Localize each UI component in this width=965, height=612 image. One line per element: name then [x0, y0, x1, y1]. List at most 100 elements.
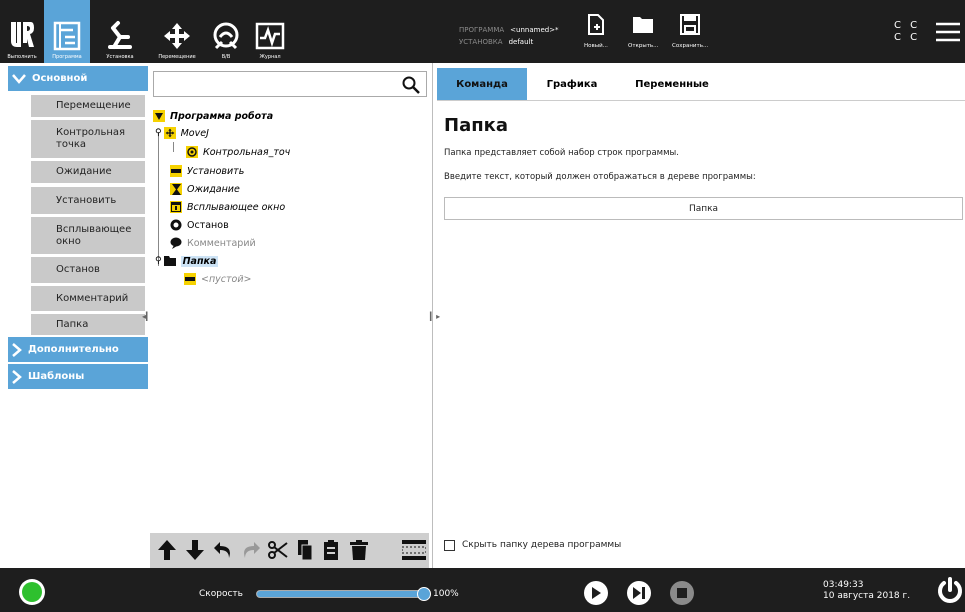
popup-icon	[170, 201, 182, 213]
sidebar-item-label: Папка	[56, 318, 89, 330]
nav-run[interactable]: Выполнить	[0, 0, 44, 63]
tab-variables[interactable]: Переменные	[617, 68, 727, 100]
program-search-input[interactable]	[153, 71, 427, 97]
step-icon	[633, 587, 645, 599]
step-button[interactable]	[627, 581, 651, 605]
folder-name-value: Папка	[688, 203, 719, 214]
nav-program-label: Программа	[52, 54, 82, 60]
copy-icon[interactable]	[296, 540, 314, 560]
section-advanced[interactable]: Дополнительно	[8, 337, 148, 362]
tree-toolbar	[150, 533, 429, 568]
speed-slider[interactable]	[256, 587, 431, 601]
save-button[interactable]: Сохранить...	[672, 14, 708, 49]
folder-name-field[interactable]: Папка	[444, 197, 963, 220]
command-sidebar: Основной Перемещение Контрольная точка О…	[0, 63, 150, 568]
speed-slider-fill	[257, 591, 425, 597]
tree-node-halt[interactable]: Останов	[170, 217, 229, 233]
cc-bottom: C C	[894, 32, 921, 43]
tree-node-waypoint[interactable]: Контрольная_точ	[186, 144, 290, 160]
nav-run-label: Выполнить	[7, 54, 37, 60]
chevron-right-icon	[12, 342, 22, 357]
speed-value: 100%	[433, 589, 459, 599]
nav-move[interactable]: Перемещение	[150, 0, 204, 63]
sidebar-item-folder[interactable]: Папка	[31, 314, 145, 335]
sidebar-item-popup[interactable]: Всплывающее окно	[31, 217, 145, 254]
tree-node-empty-label: <пустой>	[201, 273, 252, 285]
new-button[interactable]: Новый...	[584, 14, 608, 49]
sidebar-item-comment[interactable]: Комментарий	[31, 286, 145, 311]
log-icon	[255, 22, 285, 50]
collapse-sidebar-icon[interactable]: ◂▎	[142, 312, 152, 321]
tree-node-comment[interactable]: Комментарий	[170, 235, 256, 251]
expanded-triangle-icon	[153, 110, 165, 122]
sidebar-item-label: Установить	[56, 194, 117, 206]
open-button[interactable]: Открыть...	[628, 14, 658, 49]
stop-button[interactable]	[670, 581, 694, 605]
section-basic[interactable]: Основной	[8, 66, 148, 91]
redo-icon[interactable]	[240, 540, 262, 560]
tree-node-movej[interactable]: ⚲ MoveJ	[155, 125, 209, 141]
tree-node-waypoint-label: Контрольная_точ	[203, 146, 291, 158]
tree-node-folder-label: Папка	[180, 255, 219, 267]
power-icon[interactable]	[937, 577, 963, 605]
nav-io[interactable]: В/В	[204, 0, 248, 63]
tree-root-label: Программа робота	[170, 110, 274, 122]
sidebar-item-label: Перемещение	[56, 100, 131, 111]
paste-icon[interactable]	[322, 540, 340, 560]
program-info: ПРОГРАММА <unnamed>* УСТАНОВКА default	[459, 24, 559, 48]
section-templates-label: Шаблоны	[28, 371, 85, 382]
tree-node-folder[interactable]: ⚲ Папка	[155, 253, 219, 269]
tree-node-wait[interactable]: Ожидание	[170, 181, 240, 197]
hide-folder-label: Скрыть папку дерева программы	[462, 540, 622, 550]
halt-icon	[170, 219, 182, 231]
tree-node-popup[interactable]: Всплывающее окно	[170, 199, 285, 215]
sidebar-item-label: Останов	[56, 264, 100, 275]
chevron-right-icon	[12, 369, 22, 384]
sidebar-item-set[interactable]: Установить	[31, 187, 145, 214]
nav-program[interactable]: Программа	[44, 0, 90, 63]
tab-graphics[interactable]: Графика	[527, 68, 617, 100]
section-templates[interactable]: Шаблоны	[8, 364, 148, 389]
cc-indicator: C C C C	[894, 20, 920, 44]
io-icon	[213, 22, 239, 50]
search-icon[interactable]	[402, 76, 420, 94]
expand-panel-icon[interactable]: ▎▸	[430, 312, 440, 321]
save-label: Сохранить...	[672, 43, 709, 49]
move-icon	[163, 127, 176, 139]
tree-node-wait-label: Ожидание	[187, 183, 240, 195]
folder-open-icon	[633, 17, 654, 33]
installation-name: default	[508, 38, 534, 46]
section-basic-label: Основной	[32, 73, 88, 84]
undo-icon[interactable]	[212, 540, 234, 560]
suppress-icon[interactable]	[402, 540, 426, 560]
tree-node-empty[interactable]: <пустой>	[184, 271, 252, 287]
move-down-icon[interactable]	[186, 540, 204, 560]
hamburger-menu-icon[interactable]	[936, 22, 960, 42]
nav-installation-label: Установка	[106, 54, 134, 60]
top-bar: Выполнить Программа Установка Перемещени…	[0, 0, 965, 63]
cut-icon[interactable]	[268, 540, 288, 560]
speed-slider-handle[interactable]	[417, 587, 431, 601]
play-button[interactable]	[584, 581, 608, 605]
sidebar-item-move[interactable]: Перемещение	[31, 95, 145, 117]
sidebar-item-label: Комментарий	[56, 292, 129, 304]
nav-log-label: Журнал	[259, 54, 281, 60]
tab-variables-label: Переменные	[635, 78, 709, 90]
set-icon	[170, 165, 182, 177]
tab-command[interactable]: Команда	[437, 68, 527, 100]
nav-log[interactable]: Журнал	[248, 0, 292, 63]
sidebar-item-waypoint[interactable]: Контрольная точка	[31, 120, 145, 158]
move-up-icon[interactable]	[158, 540, 176, 560]
tree-root[interactable]: Программа робота	[153, 108, 273, 124]
robot-status-icon[interactable]	[18, 578, 46, 606]
tree-node-halt-label: Останов	[187, 219, 229, 231]
tab-command-label: Команда	[456, 78, 508, 90]
delete-icon[interactable]	[350, 540, 368, 560]
hide-folder-checkbox[interactable]	[444, 540, 455, 551]
ur-logo-icon	[11, 22, 34, 47]
tree-node-set[interactable]: Установить	[170, 163, 244, 179]
nav-installation[interactable]: Установка	[90, 0, 150, 63]
folder-description: Папка представляет собой набор строк про…	[444, 148, 679, 158]
sidebar-item-wait[interactable]: Ожидание	[31, 161, 145, 183]
sidebar-item-halt[interactable]: Останов	[31, 257, 145, 283]
